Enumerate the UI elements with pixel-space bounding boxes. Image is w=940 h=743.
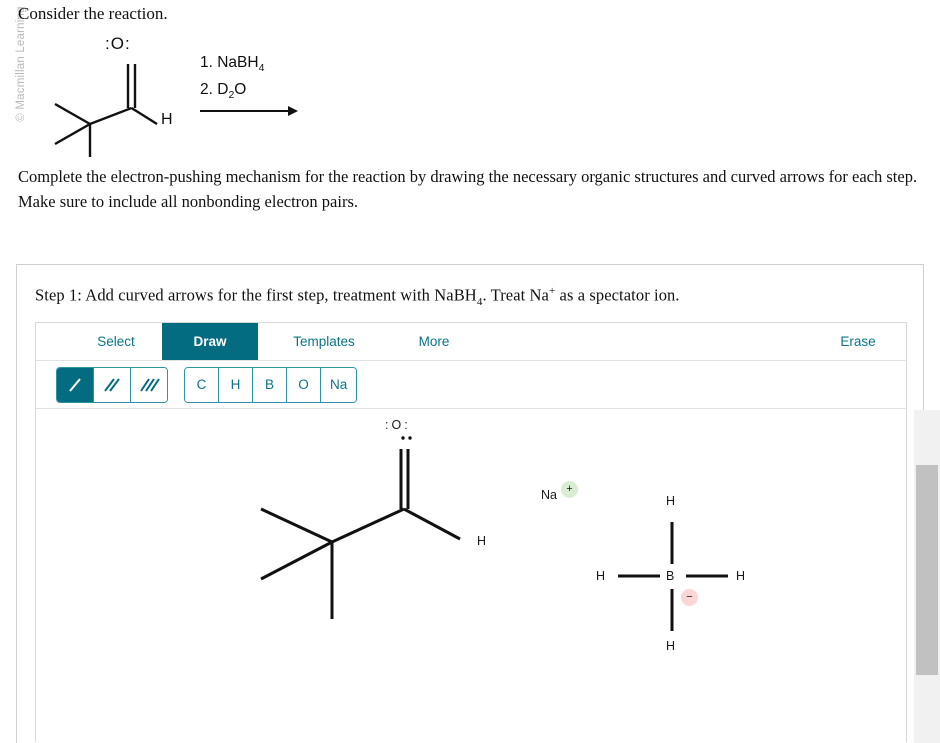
- step-title: Step 1: Add curved arrows for the first …: [35, 285, 680, 308]
- element-button-b[interactable]: B: [253, 368, 287, 402]
- sodium-symbol: Na: [541, 488, 557, 502]
- element-button-na[interactable]: Na: [321, 368, 357, 402]
- oxygen-atom-label: O: [110, 34, 125, 53]
- tab-templates[interactable]: Templates: [276, 323, 372, 360]
- scrollbar-thumb[interactable]: [916, 465, 938, 675]
- element-tool-group: C H B O Na: [184, 367, 358, 403]
- reagent-line-2: 2. D2O: [200, 81, 247, 102]
- double-bond-tool[interactable]: [94, 368, 131, 402]
- molecule-editor: Select Draw Templates More Erase C H B O…: [35, 322, 907, 743]
- element-button-h[interactable]: H: [219, 368, 253, 402]
- tab-select[interactable]: Select: [70, 323, 162, 360]
- element-button-c[interactable]: C: [185, 368, 219, 402]
- borohydride-structure[interactable]: B H H H H −: [576, 409, 776, 743]
- single-bond-tool[interactable]: [57, 368, 94, 402]
- triple-bond-tool[interactable]: [131, 368, 167, 402]
- tab-more[interactable]: More: [404, 323, 464, 360]
- canvas-aldehyde-hydrogen-label[interactable]: H: [477, 534, 486, 548]
- borohydride-skeleton: [618, 522, 728, 631]
- scheme-oxygen-label: :O:: [105, 34, 131, 53]
- page-title: Consider the reaction.: [18, 4, 168, 23]
- tab-draw[interactable]: Draw: [162, 323, 258, 360]
- editor-toolrow: C H B O Na: [36, 361, 906, 409]
- boron-hydrogen-top[interactable]: H: [666, 494, 675, 508]
- single-bond-icon: [69, 378, 81, 392]
- boron-hydrogen-left[interactable]: H: [596, 569, 605, 583]
- reagent-line-1: 1. NaBH4: [200, 54, 265, 75]
- instructions-text: Complete the electron-pushing mechanism …: [18, 167, 918, 211]
- scheme-aldehyde-hydrogen-label: H: [161, 111, 173, 128]
- vertical-scrollbar[interactable]: [914, 410, 940, 743]
- step-card: Step 1: Add curved arrows for the first …: [16, 264, 924, 743]
- oxygen-lone-pair-bottom-icon: [401, 436, 412, 440]
- triple-bond-icon: [140, 378, 160, 392]
- bond-tool-group: [56, 367, 168, 403]
- boron-hydrogen-right[interactable]: H: [736, 569, 745, 583]
- sodium-cation[interactable]: Na +: [541, 481, 578, 504]
- drawing-canvas[interactable]: :O: H Na + B H H H H −: [36, 409, 906, 743]
- boron-hydrogen-bottom[interactable]: H: [666, 639, 675, 653]
- canvas-oxygen-label[interactable]: :O:: [385, 418, 411, 432]
- reaction-arrow-icon: [200, 106, 298, 116]
- aldehyde-skeleton: [260, 449, 461, 619]
- double-bond-icon: [104, 378, 120, 392]
- aldehyde-structure[interactable]: :O: H: [36, 409, 556, 743]
- editor-tabbar: Select Draw Templates More Erase: [36, 323, 906, 361]
- element-button-o[interactable]: O: [287, 368, 321, 402]
- boron-label[interactable]: B: [666, 569, 674, 583]
- boron-negative-charge: −: [681, 589, 698, 606]
- reagents-list: 1. NaBH4 2. D2O: [200, 52, 264, 106]
- erase-button[interactable]: Erase: [824, 323, 892, 360]
